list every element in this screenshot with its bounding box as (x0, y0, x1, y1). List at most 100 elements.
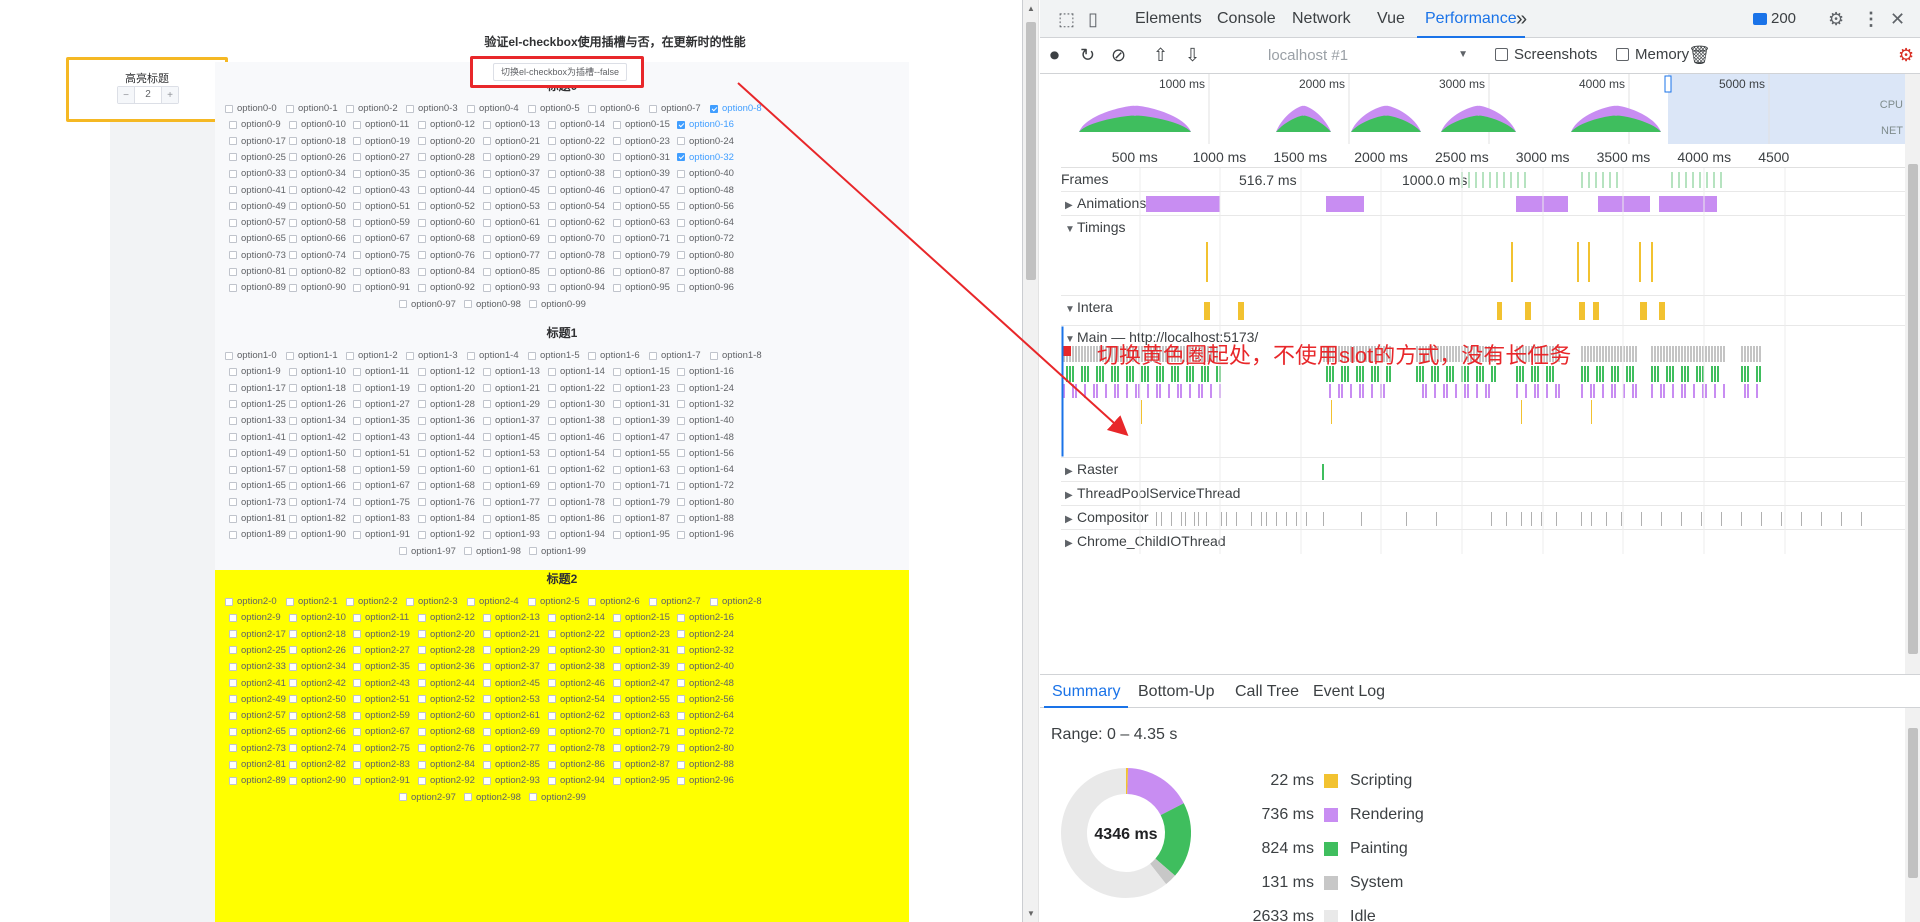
option-checkbox[interactable]: option2-95 (613, 775, 670, 786)
checkbox-box[interactable] (353, 465, 361, 474)
checkbox-box[interactable] (229, 679, 237, 687)
option-checkbox[interactable]: option0-78 (548, 250, 605, 261)
checkbox-box[interactable] (289, 433, 297, 441)
checkbox-box[interactable] (229, 646, 237, 655)
option-checkbox[interactable]: option0-80 (677, 250, 734, 261)
option-checkbox[interactable]: option2-14 (548, 612, 605, 623)
checkbox-box[interactable] (353, 137, 361, 146)
option-checkbox[interactable]: option1-3 (406, 350, 458, 361)
option-checkbox[interactable]: option0-34 (289, 168, 346, 179)
checkbox-box[interactable] (418, 481, 426, 490)
checkbox-box[interactable] (483, 267, 491, 276)
checkbox-box[interactable] (229, 186, 237, 194)
option-checkbox[interactable]: option0-3 (406, 103, 458, 114)
checkbox-box[interactable] (353, 498, 361, 507)
option-checkbox[interactable]: option1-92 (418, 529, 475, 540)
option-checkbox[interactable]: option1-72 (677, 480, 734, 491)
option-checkbox[interactable]: option2-39 (613, 661, 670, 672)
checkbox-box[interactable] (418, 153, 426, 162)
checkbox-box[interactable] (613, 202, 621, 211)
checkbox-box[interactable] (353, 120, 361, 129)
option-checkbox[interactable]: option0-45 (483, 185, 540, 196)
checkbox-box[interactable] (613, 384, 621, 393)
checkbox-box[interactable] (289, 400, 297, 409)
option-checkbox[interactable]: option1-20 (418, 383, 475, 394)
checkbox-box[interactable] (548, 449, 556, 458)
checkbox-box[interactable] (353, 267, 361, 276)
option-checkbox[interactable]: option0-59 (353, 217, 410, 228)
checkbox-box[interactable] (613, 218, 621, 227)
checkbox-box[interactable] (483, 367, 491, 376)
option-checkbox[interactable]: option2-36 (418, 661, 475, 672)
option-checkbox[interactable]: option2-97 (399, 792, 456, 803)
checkbox-box[interactable] (1616, 48, 1629, 61)
checkbox-box[interactable] (289, 465, 297, 474)
checkbox-box[interactable] (289, 630, 297, 639)
checkbox-box[interactable] (289, 498, 297, 507)
option-checkbox[interactable]: option0-53 (483, 201, 540, 212)
checkbox-box[interactable] (483, 662, 491, 671)
checkbox-box[interactable] (418, 727, 426, 736)
option-checkbox[interactable]: option2-63 (613, 710, 670, 721)
option-checkbox[interactable]: option2-71 (613, 726, 670, 737)
checkbox-box[interactable] (289, 416, 297, 425)
checkbox-box[interactable] (418, 613, 426, 622)
checkbox-box[interactable] (353, 433, 361, 441)
checkbox-box[interactable] (548, 530, 556, 539)
option-checkbox[interactable]: option0-16 (677, 119, 734, 130)
option-checkbox[interactable]: option0-31 (613, 152, 670, 163)
checkbox-box[interactable] (353, 234, 361, 243)
option-checkbox[interactable]: option0-56 (677, 201, 734, 212)
checkbox-box[interactable] (406, 597, 414, 606)
option-checkbox[interactable]: option1-4 (467, 350, 519, 361)
checkbox-box[interactable] (483, 630, 491, 639)
checkbox-box[interactable] (418, 498, 426, 507)
option-checkbox[interactable]: option1-23 (613, 383, 670, 394)
checkbox-box[interactable] (613, 711, 621, 720)
checkbox-box[interactable] (613, 433, 621, 441)
checkbox-box[interactable] (529, 793, 537, 802)
checkbox-box[interactable] (353, 169, 361, 178)
option-checkbox[interactable]: option1-41 (229, 432, 286, 443)
expand-triangle-icon[interactable]: ▶ (1065, 538, 1077, 549)
option-checkbox[interactable]: option1-16 (677, 366, 734, 377)
checkbox-box[interactable] (613, 153, 621, 162)
checkbox-box[interactable] (483, 646, 491, 655)
option-checkbox[interactable]: option1-66 (289, 480, 346, 491)
track-threadpool[interactable]: ▶ ThreadPoolServiceThread (1061, 482, 1905, 506)
toggle-slot-button[interactable]: 切换el-checkbox为插槽--false (493, 63, 627, 81)
option-checkbox[interactable]: option1-67 (353, 480, 410, 491)
option-checkbox[interactable]: option1-73 (229, 497, 286, 508)
checkbox-box[interactable] (483, 514, 491, 523)
option-checkbox[interactable]: option1-80 (677, 497, 734, 508)
checkbox-box[interactable] (353, 711, 361, 720)
option-checkbox[interactable]: option2-61 (483, 710, 540, 721)
checkbox-box[interactable] (353, 776, 361, 785)
checkbox-box[interactable] (613, 613, 621, 622)
checkbox-box[interactable] (229, 613, 237, 622)
option-checkbox[interactable]: option2-32 (677, 645, 734, 656)
option-checkbox[interactable]: option1-71 (613, 480, 670, 491)
checkbox-box[interactable] (418, 367, 426, 376)
option-checkbox[interactable]: option2-62 (548, 710, 605, 721)
checkbox-box[interactable] (677, 251, 685, 260)
checkbox-box[interactable] (483, 433, 491, 441)
option-checkbox[interactable]: option2-40 (677, 661, 734, 672)
checkbox-box[interactable] (613, 744, 621, 753)
option-checkbox[interactable]: option0-66 (289, 233, 346, 244)
checkbox-box[interactable] (399, 300, 407, 309)
checkbox-box[interactable] (353, 416, 361, 425)
close-icon[interactable]: ✕ (1890, 9, 1905, 30)
option-checkbox[interactable]: option2-82 (289, 759, 346, 770)
option-checkbox[interactable]: option1-48 (677, 432, 734, 443)
option-checkbox[interactable]: option1-13 (483, 366, 540, 377)
option-checkbox[interactable]: option0-48 (677, 185, 734, 196)
option-checkbox[interactable]: option1-64 (677, 464, 734, 475)
checkbox-box[interactable] (483, 384, 491, 393)
option-checkbox[interactable]: option1-84 (418, 513, 475, 524)
checkbox-box[interactable] (289, 744, 297, 753)
option-checkbox[interactable]: option2-42 (289, 678, 346, 689)
checkbox-box[interactable] (677, 727, 685, 736)
option-checkbox[interactable]: option0-13 (483, 119, 540, 130)
option-checkbox[interactable]: option2-41 (229, 678, 286, 689)
